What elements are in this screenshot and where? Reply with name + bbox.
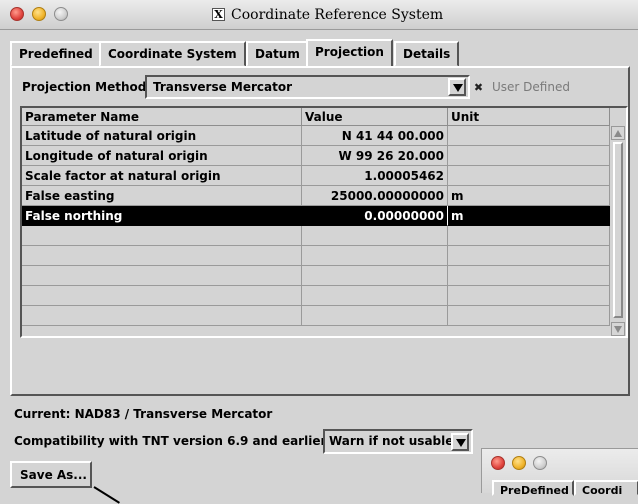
dropdown-arrow-icon[interactable] <box>451 433 469 451</box>
projection-method-label: Projection Method <box>22 80 147 94</box>
close-window-button[interactable] <box>10 7 24 21</box>
x11-app-icon: X <box>212 8 225 21</box>
parameter-value-cell[interactable] <box>302 226 448 246</box>
tab-datum[interactable]: Datum <box>246 41 309 67</box>
table-row[interactable] <box>22 266 610 286</box>
table-row[interactable]: False easting 25000.00000000 m <box>22 186 610 206</box>
table-row[interactable]: Latitude of natural origin N 41 44 00.00… <box>22 126 610 146</box>
parameter-name-cell: Scale factor at natural origin <box>22 166 302 186</box>
table-row[interactable] <box>22 286 610 306</box>
compatibility-dropdown[interactable]: Warn if not usable <box>323 429 473 454</box>
parameter-value-cell[interactable] <box>302 286 448 306</box>
parameter-value-cell[interactable] <box>302 266 448 286</box>
zoom-window-button[interactable] <box>54 7 68 21</box>
parameter-name-cell: Latitude of natural origin <box>22 126 302 146</box>
dropdown-arrow-icon[interactable] <box>448 78 466 96</box>
column-header-parameter-name[interactable]: Parameter Name <box>22 108 302 126</box>
parameter-name-cell: False northing <box>22 206 302 226</box>
table-vertical-scrollbar[interactable] <box>610 126 626 336</box>
minimize-window-button[interactable] <box>512 456 526 470</box>
parameter-name-cell <box>22 246 302 266</box>
parameter-name-cell: Longitude of natural origin <box>22 146 302 166</box>
parameter-value-cell[interactable]: W 99 26 20.000 <box>302 146 448 166</box>
parameter-unit-cell: m <box>448 206 610 226</box>
parameter-unit-cell <box>448 266 610 286</box>
projection-method-value: Transverse Mercator <box>153 80 293 94</box>
parameter-table: Parameter Name Value Unit Latitude of na… <box>20 106 628 338</box>
tab-predefined[interactable]: PreDefined <box>492 480 574 496</box>
parameter-name-cell <box>22 286 302 306</box>
mouse-cursor-icon <box>93 486 120 504</box>
table-row[interactable] <box>22 246 610 266</box>
parameter-unit-cell <box>448 146 610 166</box>
parameter-value-cell[interactable] <box>302 306 448 326</box>
window-title: Coordinate Reference System <box>231 7 444 23</box>
close-window-button[interactable] <box>491 456 505 470</box>
column-header-value[interactable]: Value <box>302 108 448 126</box>
parameter-value-cell[interactable]: 25000.00000000 <box>302 186 448 206</box>
tab-predefined[interactable]: Predefined <box>10 41 102 67</box>
parameter-unit-cell <box>448 306 610 326</box>
compatibility-value: Warn if not usable <box>329 434 454 448</box>
scroll-up-arrow-icon[interactable] <box>611 126 625 140</box>
parameter-value-cell[interactable] <box>302 246 448 266</box>
table-row[interactable] <box>22 226 610 246</box>
table-row[interactable] <box>22 306 610 326</box>
user-defined-label: User Defined <box>492 80 570 94</box>
tab-details[interactable]: Details <box>394 41 460 67</box>
minimize-window-button[interactable] <box>32 7 46 21</box>
parameter-value-cell[interactable]: N 41 44 00.000 <box>302 126 448 146</box>
parameter-unit-cell: m <box>448 186 610 206</box>
title-bar: X Coordinate Reference System <box>0 0 638 30</box>
user-defined-checkbox[interactable]: ✖ <box>473 82 484 93</box>
tab-coordinate-system[interactable]: Coordi <box>574 480 638 496</box>
zoom-window-button[interactable] <box>533 456 547 470</box>
projection-method-dropdown[interactable]: Transverse Mercator <box>145 75 470 99</box>
parameter-unit-cell <box>448 226 610 246</box>
scroll-down-arrow-icon[interactable] <box>611 322 625 336</box>
column-header-unit[interactable]: Unit <box>448 108 610 126</box>
parameter-unit-cell <box>448 246 610 266</box>
save-as-button[interactable]: Save As... <box>10 461 92 488</box>
parameter-name-cell <box>22 306 302 326</box>
parameter-name-cell <box>22 266 302 286</box>
table-row[interactable]: Longitude of natural origin W 99 26 20.0… <box>22 146 610 166</box>
current-crs-status: Current: NAD83 / Transverse Mercator <box>14 407 273 421</box>
compatibility-label: Compatibility with TNT version 6.9 and e… <box>14 434 332 448</box>
parameter-unit-cell <box>448 126 610 146</box>
second-window: PreDefined Coordi <box>481 448 638 496</box>
parameter-value-cell[interactable]: 0.00000000 <box>302 206 448 226</box>
parameter-name-cell: False easting <box>22 186 302 206</box>
tab-projection[interactable]: Projection <box>306 39 393 68</box>
parameter-unit-cell <box>448 166 610 186</box>
parameter-unit-cell <box>448 286 610 306</box>
tab-coordinate-system[interactable]: Coordinate System <box>99 41 246 67</box>
table-row[interactable]: Scale factor at natural origin 1.0000546… <box>22 166 610 186</box>
parameter-name-cell <box>22 226 302 246</box>
scrollbar-thumb[interactable] <box>613 142 623 318</box>
table-row-selected[interactable]: False northing 0.00000000 m <box>22 206 610 226</box>
parameter-value-cell[interactable]: 1.00005462 <box>302 166 448 186</box>
